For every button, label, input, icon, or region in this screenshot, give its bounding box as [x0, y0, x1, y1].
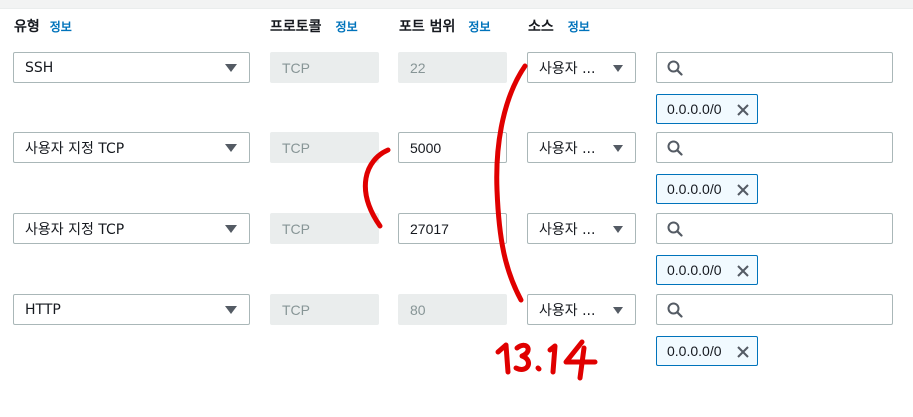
cidr-token-label: 0.0.0.0/0 — [667, 262, 722, 278]
source-info-link[interactable]: 정보 — [568, 18, 590, 35]
port-range-input[interactable]: 5000 — [398, 132, 507, 163]
close-icon[interactable] — [735, 263, 751, 279]
protocol-field: TCP — [270, 213, 379, 244]
protocol-field: TCP — [270, 132, 379, 163]
type-select[interactable]: 사용자 지정 TCP — [13, 132, 250, 163]
source-value: 사용자 ... — [539, 221, 596, 238]
caret-down-icon — [225, 144, 237, 152]
brace-stroke — [494, 63, 528, 303]
type-value: 사용자 지정 TCP — [25, 221, 125, 238]
rule-row: 사용자 지정 TCP TCP 5000 사용자 ... 0.0.0.0/0 — [0, 132, 913, 204]
close-icon[interactable] — [735, 102, 751, 118]
note-digit-1b — [547, 343, 558, 375]
port-range-info-link[interactable]: 정보 — [468, 18, 490, 35]
note-dot — [535, 365, 542, 372]
header-source-label: 소스 — [528, 19, 554, 35]
source-value: 사용자 ... — [539, 60, 596, 77]
top-bar — [0, 0, 913, 9]
caret-down-icon — [613, 226, 623, 233]
caret-down-icon — [225, 306, 237, 314]
caret-down-icon — [613, 307, 623, 314]
search-icon — [667, 60, 683, 76]
type-select[interactable]: SSH — [13, 52, 250, 83]
cidr-search-input[interactable] — [656, 52, 893, 83]
cidr-token-label: 0.0.0.0/0 — [667, 101, 722, 117]
search-icon — [667, 140, 683, 156]
source-select[interactable]: 사용자 ... — [527, 132, 636, 163]
cidr-token: 0.0.0.0/0 — [656, 336, 758, 366]
source-select[interactable]: 사용자 ... — [527, 213, 636, 244]
cidr-token-label: 0.0.0.0/0 — [667, 343, 722, 359]
close-icon[interactable] — [735, 344, 751, 360]
protocol-field: TCP — [270, 52, 379, 83]
port-range-field: 22 — [398, 52, 507, 83]
close-icon[interactable] — [735, 182, 751, 198]
header-protocol: 프로토콜 정보 — [270, 16, 358, 36]
cidr-search-input[interactable] — [656, 213, 893, 244]
note-digit-4 — [563, 339, 598, 381]
search-icon — [667, 221, 683, 237]
search-icon — [667, 302, 683, 318]
source-select[interactable]: 사용자 ... — [527, 294, 636, 325]
header-port-range-label: 포트 범위 — [399, 19, 456, 35]
type-value: 사용자 지정 TCP — [25, 140, 125, 157]
caret-down-icon — [225, 225, 237, 233]
port-range-input[interactable]: 27017 — [398, 213, 507, 244]
header-type-label: 유형 — [14, 19, 40, 35]
rule-row: 사용자 지정 TCP TCP 27017 사용자 ... 0.0.0.0/0 — [0, 213, 913, 285]
cidr-token: 0.0.0.0/0 — [656, 174, 758, 204]
caret-down-icon — [613, 145, 623, 152]
protocol-info-link[interactable]: 정보 — [336, 18, 358, 35]
cidr-search-input[interactable] — [656, 132, 893, 163]
source-value: 사용자 ... — [539, 302, 596, 319]
cidr-token: 0.0.0.0/0 — [656, 255, 758, 285]
type-value: SSH — [25, 59, 54, 76]
type-select[interactable]: 사용자 지정 TCP — [13, 213, 250, 244]
type-value: HTTP — [25, 301, 61, 318]
type-select[interactable]: HTTP — [13, 294, 250, 325]
rule-row: HTTP TCP 80 사용자 ... 0.0.0.0/0 — [0, 294, 913, 366]
source-select[interactable]: 사용자 ... — [527, 52, 636, 83]
type-info-link[interactable]: 정보 — [50, 18, 72, 35]
caret-down-icon — [225, 64, 237, 72]
caret-down-icon — [613, 65, 623, 72]
port-range-field: 80 — [398, 294, 507, 325]
header-protocol-label: 프로토콜 — [270, 19, 322, 35]
note-digit-1 — [495, 342, 511, 375]
header-port-range: 포트 범위 정보 — [399, 16, 491, 36]
note-digit-3 — [513, 342, 531, 372]
protocol-field: TCP — [270, 294, 379, 325]
cidr-search-input[interactable] — [656, 294, 893, 325]
source-value: 사용자 ... — [539, 140, 596, 157]
cidr-token: 0.0.0.0/0 — [656, 94, 758, 124]
cidr-token-label: 0.0.0.0/0 — [667, 181, 722, 197]
header-type: 유형 정보 — [14, 16, 72, 36]
rule-row: SSH TCP 22 사용자 ... 0.0.0.0/0 — [0, 52, 913, 124]
header-source: 소스 정보 — [528, 16, 590, 36]
